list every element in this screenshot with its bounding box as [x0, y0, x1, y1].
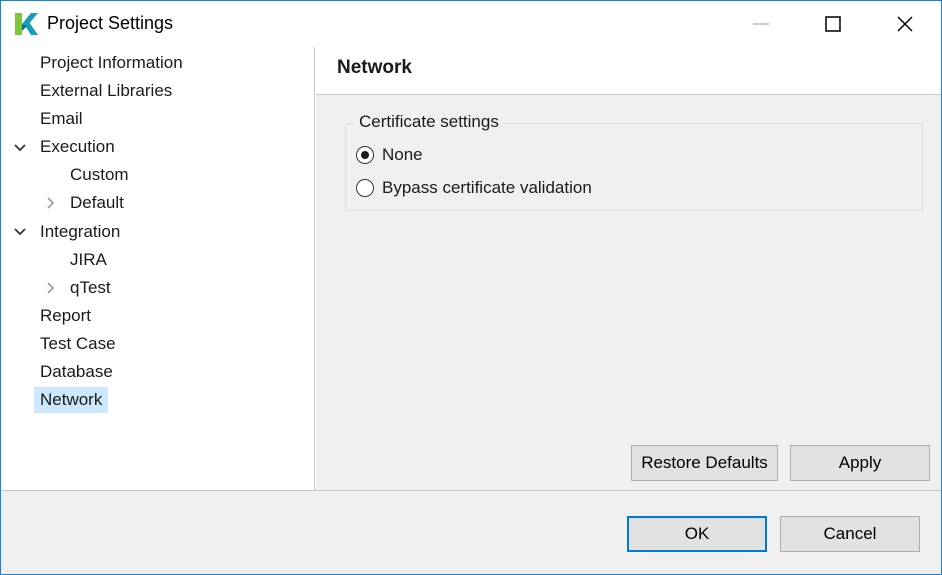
- group-legend: Certificate settings: [354, 112, 504, 132]
- katalon-logo-icon: [13, 11, 39, 37]
- tree-item-label: Network: [34, 387, 109, 413]
- minimize-icon: [753, 23, 769, 25]
- chevron-down-icon[interactable]: [14, 141, 26, 153]
- tree-item-integration[interactable]: Integration: [34, 219, 126, 245]
- minimize-button[interactable]: [725, 1, 797, 47]
- tree-item-database[interactable]: Database: [34, 359, 119, 385]
- tree-item-label: Execution: [40, 137, 115, 156]
- tree-item-label: qTest: [70, 278, 111, 297]
- tree-item-qtest[interactable]: qTest: [64, 275, 117, 301]
- maximize-icon: [825, 16, 841, 32]
- panel-header: Network: [316, 47, 941, 95]
- radio-button-checked[interactable]: [356, 146, 374, 164]
- window-title: Project Settings: [47, 13, 174, 33]
- tree-item-label: Custom: [70, 165, 129, 184]
- tree-item-default[interactable]: Default: [64, 190, 130, 216]
- close-button[interactable]: [869, 1, 941, 47]
- tree-item-project-information[interactable]: Project Information: [34, 50, 189, 76]
- tree-item-label: Email: [40, 109, 83, 128]
- tree-item-test-case[interactable]: Test Case: [34, 331, 122, 357]
- tree-item-report[interactable]: Report: [34, 303, 97, 329]
- restore-defaults-button[interactable]: Restore Defaults: [631, 445, 778, 481]
- tree-item-network[interactable]: Network: [34, 387, 109, 413]
- tree-item-jira[interactable]: JIRA: [64, 247, 113, 273]
- tree-item-label: Report: [40, 306, 92, 325]
- tree-item-custom[interactable]: Custom: [64, 162, 135, 188]
- project-settings-dialog: Project Settings Project Information Ext…: [0, 0, 942, 575]
- maximize-button[interactable]: [797, 1, 869, 47]
- panel-title: Network: [337, 57, 412, 78]
- tree-item-label: Database: [40, 362, 113, 381]
- chevron-down-icon[interactable]: [14, 225, 26, 237]
- radio-button-unchecked[interactable]: [356, 179, 374, 197]
- ok-button[interactable]: OK: [627, 516, 767, 552]
- radio-label: None: [382, 145, 423, 164]
- radio-label: Bypass certificate validation: [382, 178, 592, 197]
- tree-item-execution[interactable]: Execution: [34, 134, 121, 160]
- settings-tree: Project Information External Libraries E…: [1, 47, 315, 490]
- tree-item-label: JIRA: [70, 250, 107, 269]
- title-bar[interactable]: Project Settings: [1, 1, 941, 47]
- tree-item-email[interactable]: Email: [34, 106, 89, 132]
- tree-item-label: Test Case: [40, 334, 116, 353]
- dialog-footer: OK Cancel: [1, 490, 941, 574]
- cancel-button[interactable]: Cancel: [780, 516, 920, 552]
- tree-item-external-libraries[interactable]: External Libraries: [34, 78, 178, 104]
- chevron-right-icon[interactable]: [44, 197, 56, 209]
- certificate-settings-group: Certificate settings None Bypass certifi…: [345, 112, 923, 211]
- tree-item-label: External Libraries: [40, 81, 173, 100]
- tree-item-label: Default: [70, 193, 124, 212]
- tree-item-label: Integration: [40, 222, 121, 241]
- tree-item-label: Project Information: [40, 53, 183, 72]
- settings-panel: Network Certificate settings None Bypass…: [316, 47, 941, 490]
- apply-button[interactable]: Apply: [790, 445, 930, 481]
- chevron-right-icon[interactable]: [44, 282, 56, 294]
- close-icon: [897, 16, 913, 32]
